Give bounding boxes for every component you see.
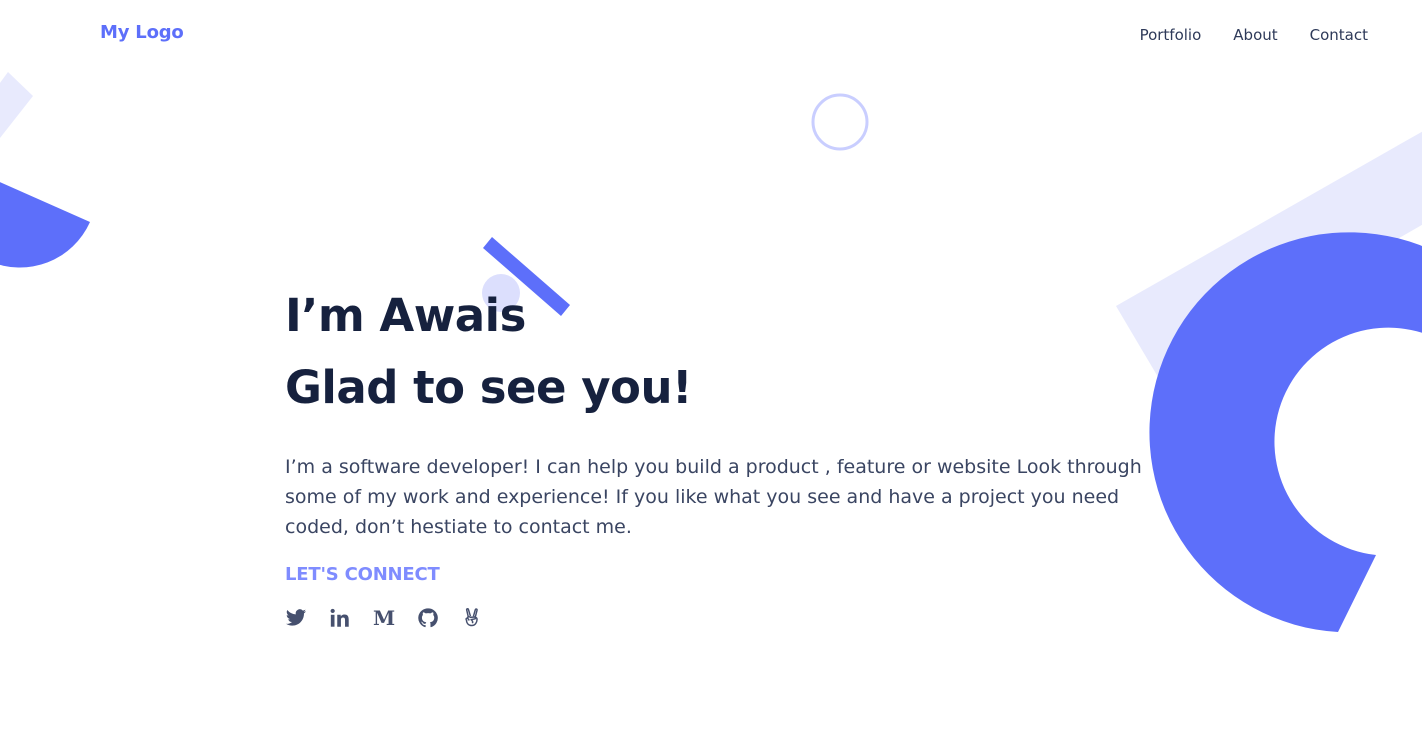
main-nav: Portfolio About Contact — [1140, 26, 1368, 44]
medium-link[interactable]: M — [373, 607, 395, 629]
page: My Logo Portfolio About Contact I’m Awai… — [0, 0, 1422, 756]
decor-blue-semicircle — [0, 182, 90, 268]
decor-outline-circle — [811, 93, 869, 151]
decor-light-square — [0, 72, 33, 138]
hero-title-line1: I’m Awais — [285, 289, 526, 342]
nav-about[interactable]: About — [1233, 26, 1277, 44]
hero-bio: I’m a software developer! I can help you… — [285, 456, 1142, 538]
decor-light-bar — [1116, 131, 1422, 377]
hero-section: I’m Awais Glad to see you! I’m a softwar… — [285, 280, 1145, 629]
github-icon — [418, 608, 438, 628]
social-links: M — [285, 607, 1145, 629]
github-link[interactable] — [417, 607, 439, 629]
twitter-link[interactable] — [285, 607, 307, 629]
angellist-icon — [465, 608, 478, 627]
medium-icon: M — [372, 606, 396, 630]
nav-contact[interactable]: Contact — [1310, 26, 1368, 44]
hero-title-line2: Glad to see you! — [285, 361, 693, 414]
decor-blue-arc — [1149, 232, 1422, 632]
nav-portfolio[interactable]: Portfolio — [1140, 26, 1202, 44]
angellist-link[interactable] — [461, 607, 483, 629]
connect-label: LET'S CONNECT — [285, 564, 440, 585]
linkedin-link[interactable] — [329, 607, 351, 629]
linkedin-icon — [330, 608, 349, 627]
logo-link[interactable]: My Logo — [100, 22, 184, 43]
twitter-icon — [285, 609, 307, 626]
